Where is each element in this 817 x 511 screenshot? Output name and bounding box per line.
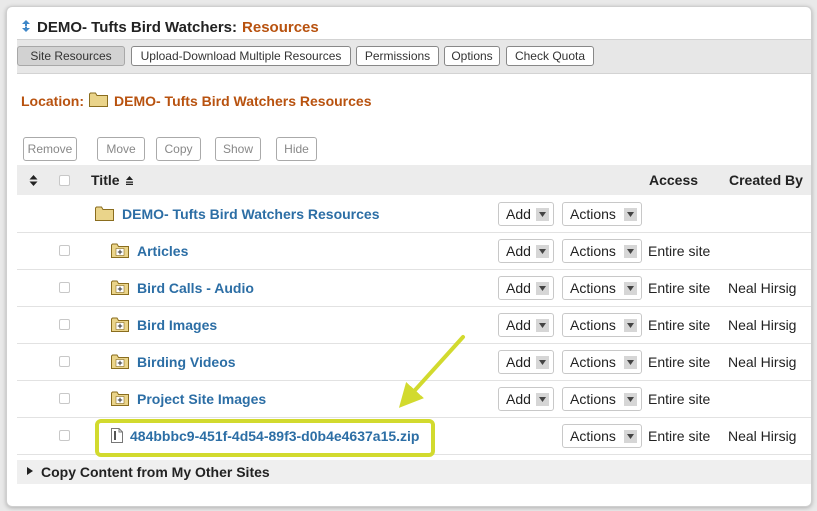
sort-ascending-icon: [125, 175, 134, 185]
chevron-down-icon: [624, 393, 637, 406]
resources-panel: DEMO- Tufts Bird Watchers: Resources Sit…: [6, 6, 812, 507]
tab-upload-download[interactable]: Upload-Download Multiple Resources: [131, 46, 351, 66]
folder-link[interactable]: Project Site Images: [111, 380, 266, 417]
chevron-down-icon: [624, 208, 637, 221]
page-title: DEMO- Tufts Bird Watchers: Resources: [21, 17, 319, 37]
annotation-highlight-box: [95, 419, 435, 457]
chevron-down-icon: [624, 430, 637, 443]
folder-plus-icon[interactable]: [111, 354, 129, 369]
row-checkbox[interactable]: [59, 319, 70, 330]
remove-button[interactable]: Remove: [23, 137, 77, 161]
actions-dropdown[interactable]: Actions: [562, 387, 642, 411]
chevron-down-icon: [536, 282, 549, 295]
tool-toolbar: Site Resources Upload-Download Multiple …: [17, 39, 811, 74]
tab-check-quota[interactable]: Check Quota: [506, 46, 594, 66]
table-row-root: DEMO- Tufts Bird Watchers Resources Add …: [17, 195, 811, 233]
actions-dropdown[interactable]: Actions: [562, 350, 642, 374]
actions-dropdown[interactable]: Actions: [562, 202, 642, 226]
actions-dropdown[interactable]: Actions: [562, 239, 642, 263]
row-checkbox[interactable]: [59, 245, 70, 256]
access-cell: Entire site: [648, 242, 711, 259]
folder-icon: [95, 206, 114, 221]
table-header: Title Access Created By: [17, 165, 811, 195]
add-dropdown[interactable]: Add: [498, 276, 554, 300]
copy-button[interactable]: Copy: [156, 137, 201, 161]
created-by-cell: Neal Hirsig: [728, 316, 797, 333]
hide-button[interactable]: Hide: [276, 137, 317, 161]
access-cell: Entire site: [648, 427, 711, 444]
chevron-down-icon: [536, 208, 549, 221]
chevron-down-icon: [624, 319, 637, 332]
add-dropdown[interactable]: Add: [498, 387, 554, 411]
folder-plus-icon[interactable]: [111, 243, 129, 258]
access-cell: Entire site: [648, 279, 711, 296]
select-all-checkbox[interactable]: [59, 175, 70, 186]
chevron-down-icon: [624, 282, 637, 295]
tab-permissions[interactable]: Permissions: [356, 46, 439, 66]
folder-link[interactable]: Articles: [111, 232, 188, 269]
add-dropdown[interactable]: Add: [498, 313, 554, 337]
add-dropdown[interactable]: Add: [498, 239, 554, 263]
folder-link[interactable]: Bird Images: [111, 306, 217, 343]
table-row: Project Site Images Add Actions Entire s…: [17, 380, 811, 418]
created-by-cell: Neal Hirsig: [728, 427, 797, 444]
row-checkbox[interactable]: [59, 356, 70, 367]
chevron-down-icon: [624, 245, 637, 258]
table-row: Bird Calls - Audio Add Actions Entire si…: [17, 269, 811, 307]
actions-dropdown[interactable]: Actions: [562, 276, 642, 300]
add-dropdown[interactable]: Add: [498, 202, 554, 226]
move-button[interactable]: Move: [97, 137, 145, 161]
chevron-down-icon: [624, 356, 637, 369]
show-button[interactable]: Show: [215, 137, 261, 161]
folder-link[interactable]: Bird Calls - Audio: [111, 269, 254, 306]
add-dropdown[interactable]: Add: [498, 350, 554, 374]
folder-plus-icon[interactable]: [111, 317, 129, 332]
folder-icon: [89, 92, 108, 110]
actions-dropdown[interactable]: Actions: [562, 313, 642, 337]
tab-options[interactable]: Options: [444, 46, 500, 66]
swap-arrows-icon[interactable]: [21, 20, 31, 34]
location-path[interactable]: DEMO- Tufts Bird Watchers Resources: [114, 93, 372, 109]
actions-dropdown[interactable]: Actions: [562, 424, 642, 448]
title-column-header[interactable]: Title: [91, 165, 134, 195]
triangle-right-icon: [27, 467, 33, 477]
access-cell: Entire site: [648, 353, 711, 370]
row-checkbox[interactable]: [59, 430, 70, 441]
folder-link[interactable]: Birding Videos: [111, 343, 236, 380]
table-row: Articles Add Actions Entire site: [17, 232, 811, 270]
chevron-down-icon: [536, 356, 549, 369]
row-checkbox[interactable]: [59, 393, 70, 404]
access-cell: Entire site: [648, 316, 711, 333]
folder-plus-icon[interactable]: [111, 391, 129, 406]
folder-plus-icon[interactable]: [111, 280, 129, 295]
access-column-header: Access: [649, 172, 699, 188]
sort-toggle-icon[interactable]: [29, 165, 38, 195]
copy-content-toggle[interactable]: Copy Content from My Other Sites: [17, 460, 811, 484]
row-checkbox[interactable]: [59, 282, 70, 293]
chevron-down-icon: [536, 245, 549, 258]
site-title: DEMO- Tufts Bird Watchers:: [37, 18, 238, 36]
created-by-cell: Neal Hirsig: [728, 353, 797, 370]
root-folder-link[interactable]: DEMO- Tufts Bird Watchers Resources: [95, 195, 380, 232]
table-row: Bird Images Add Actions Entire site Neal…: [17, 306, 811, 344]
tab-site-resources[interactable]: Site Resources: [17, 46, 125, 66]
access-cell: Entire site: [648, 390, 711, 407]
location-label: Location:: [21, 93, 84, 109]
created-by-cell: Neal Hirsig: [728, 279, 797, 296]
table-row: Birding Videos Add Actions Entire site N…: [17, 343, 811, 381]
chevron-down-icon: [536, 393, 549, 406]
breadcrumb: Location: DEMO- Tufts Bird Watchers Reso…: [21, 92, 372, 110]
created-by-column-header: Created By: [729, 172, 803, 188]
tool-title: Resources: [242, 18, 319, 36]
chevron-down-icon: [536, 319, 549, 332]
